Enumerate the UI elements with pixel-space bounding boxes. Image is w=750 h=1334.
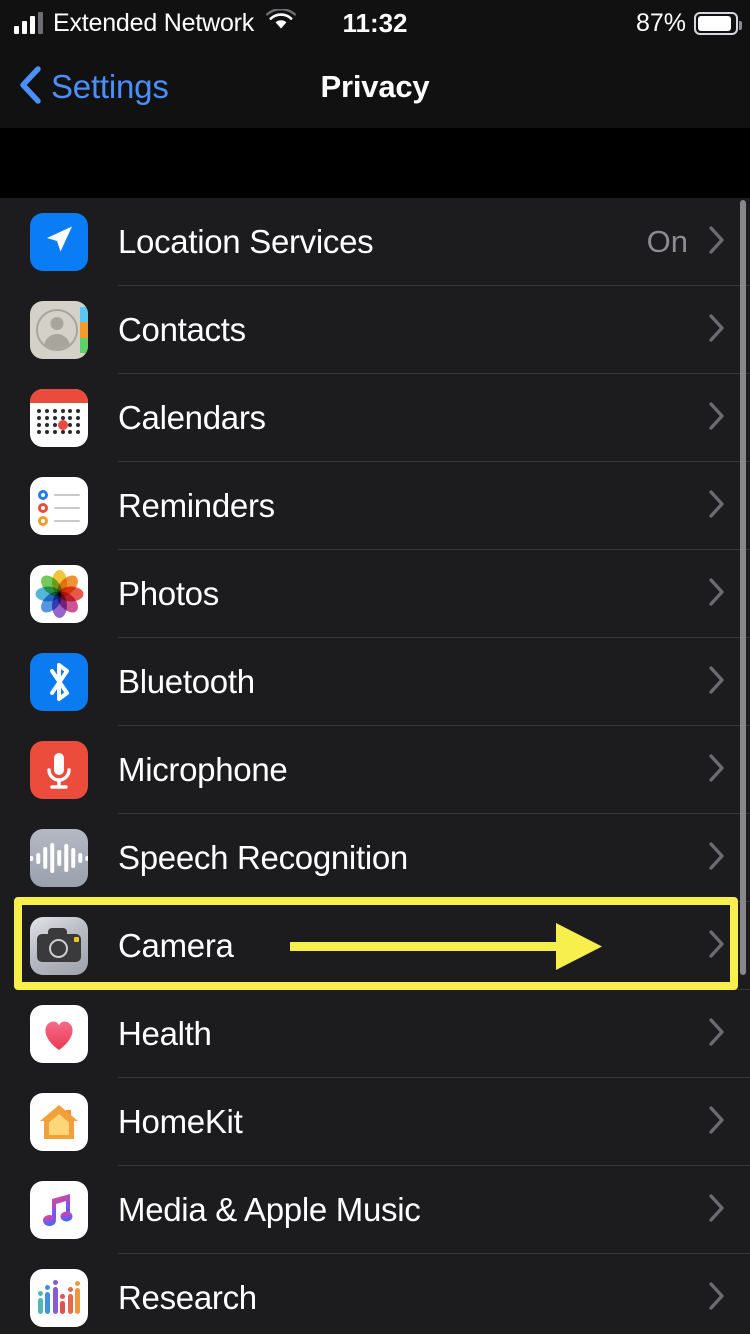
list-item-accessory <box>708 401 726 436</box>
status-bar-left: Extended Network <box>14 7 297 38</box>
privacy-settings-list: Location Services On Contacts Calendars … <box>0 198 750 1334</box>
list-item-label: Location Services <box>118 223 374 260</box>
reminders-icon <box>30 477 88 535</box>
vertical-scrollbar[interactable] <box>740 200 746 975</box>
navigation-bar: Settings Privacy <box>0 46 750 128</box>
cellular-bars-icon <box>14 12 43 34</box>
list-item-speech-recognition[interactable]: Speech Recognition <box>0 814 750 902</box>
calendars-icon <box>30 389 88 447</box>
chevron-right-icon <box>708 1017 726 1052</box>
chevron-right-icon <box>708 225 726 260</box>
battery-icon <box>694 11 742 35</box>
list-item-label: Microphone <box>118 751 288 788</box>
list-item-photos[interactable]: Photos <box>0 550 750 638</box>
chevron-right-icon <box>708 401 726 436</box>
list-item-accessory <box>708 841 726 876</box>
list-item-calendars[interactable]: Calendars <box>0 374 750 462</box>
list-item-media-apple-music[interactable]: Media & Apple Music <box>0 1166 750 1254</box>
photos-icon <box>30 565 88 623</box>
chevron-right-icon <box>708 665 726 700</box>
list-item-label: Photos <box>118 575 219 612</box>
list-item-label: Speech Recognition <box>118 839 408 876</box>
list-top-spacer <box>0 128 750 198</box>
status-bar: Extended Network 11:32 87% <box>0 0 750 46</box>
chevron-right-icon <box>708 1193 726 1228</box>
list-item-label: Reminders <box>118 487 275 524</box>
chevron-right-icon <box>708 841 726 876</box>
list-item-homekit[interactable]: HomeKit <box>0 1078 750 1166</box>
list-item-label: Bluetooth <box>118 663 255 700</box>
list-item-accessory <box>708 489 726 524</box>
list-item-accessory: On <box>647 224 726 260</box>
chevron-right-icon <box>708 489 726 524</box>
list-item-accessory <box>708 665 726 700</box>
chevron-right-icon <box>708 577 726 612</box>
list-item-microphone[interactable]: Microphone <box>0 726 750 814</box>
microphone-icon <box>30 741 88 799</box>
chevron-right-icon <box>708 313 726 348</box>
list-item-research[interactable]: Research <box>0 1254 750 1334</box>
list-item-camera[interactable]: Camera <box>0 902 750 990</box>
list-item-accessory <box>708 753 726 788</box>
research-icon <box>30 1269 88 1327</box>
media-apple-music-icon <box>30 1181 88 1239</box>
page-title: Privacy <box>320 69 430 104</box>
iphone-screen: Extended Network 11:32 87% Settings Priv… <box>0 0 750 1334</box>
list-item-accessory <box>708 577 726 612</box>
list-item-bluetooth[interactable]: Bluetooth <box>0 638 750 726</box>
chevron-right-icon <box>708 1281 726 1316</box>
chevron-right-icon <box>708 753 726 788</box>
list-item-accessory <box>708 1281 726 1316</box>
list-item-label: Media & Apple Music <box>118 1191 421 1228</box>
list-item-contacts[interactable]: Contacts <box>0 286 750 374</box>
battery-percent-label: 87% <box>635 8 686 37</box>
list-item-accessory <box>708 1105 726 1140</box>
status-bar-right: 87% <box>635 8 742 38</box>
list-item-reminders[interactable]: Reminders <box>0 462 750 550</box>
list-item-label: Health <box>118 1015 212 1052</box>
chevron-right-icon <box>708 1105 726 1140</box>
list-item-label: Camera <box>118 927 234 964</box>
list-item-label: HomeKit <box>118 1103 243 1140</box>
homekit-icon <box>30 1093 88 1151</box>
list-item-value: On <box>646 224 688 259</box>
speech-recognition-icon <box>30 829 88 887</box>
list-item-accessory <box>708 1193 726 1228</box>
list-item-label: Calendars <box>118 399 266 436</box>
bluetooth-icon <box>30 653 88 711</box>
list-item-accessory <box>708 313 726 348</box>
list-item-accessory <box>708 1017 726 1052</box>
list-item-location-services[interactable]: Location Services On <box>0 198 750 286</box>
list-item-health[interactable]: Health <box>0 990 750 1078</box>
health-icon <box>30 1005 88 1063</box>
contacts-icon <box>30 301 88 359</box>
list-item-label: Research <box>118 1279 257 1316</box>
chevron-right-icon <box>708 929 726 964</box>
carrier-label: Extended Network <box>53 8 255 37</box>
camera-icon <box>30 917 88 975</box>
wifi-icon <box>266 7 297 38</box>
list-item-label: Contacts <box>118 311 246 348</box>
list-item-accessory <box>708 929 726 964</box>
location-services-icon <box>30 213 88 271</box>
